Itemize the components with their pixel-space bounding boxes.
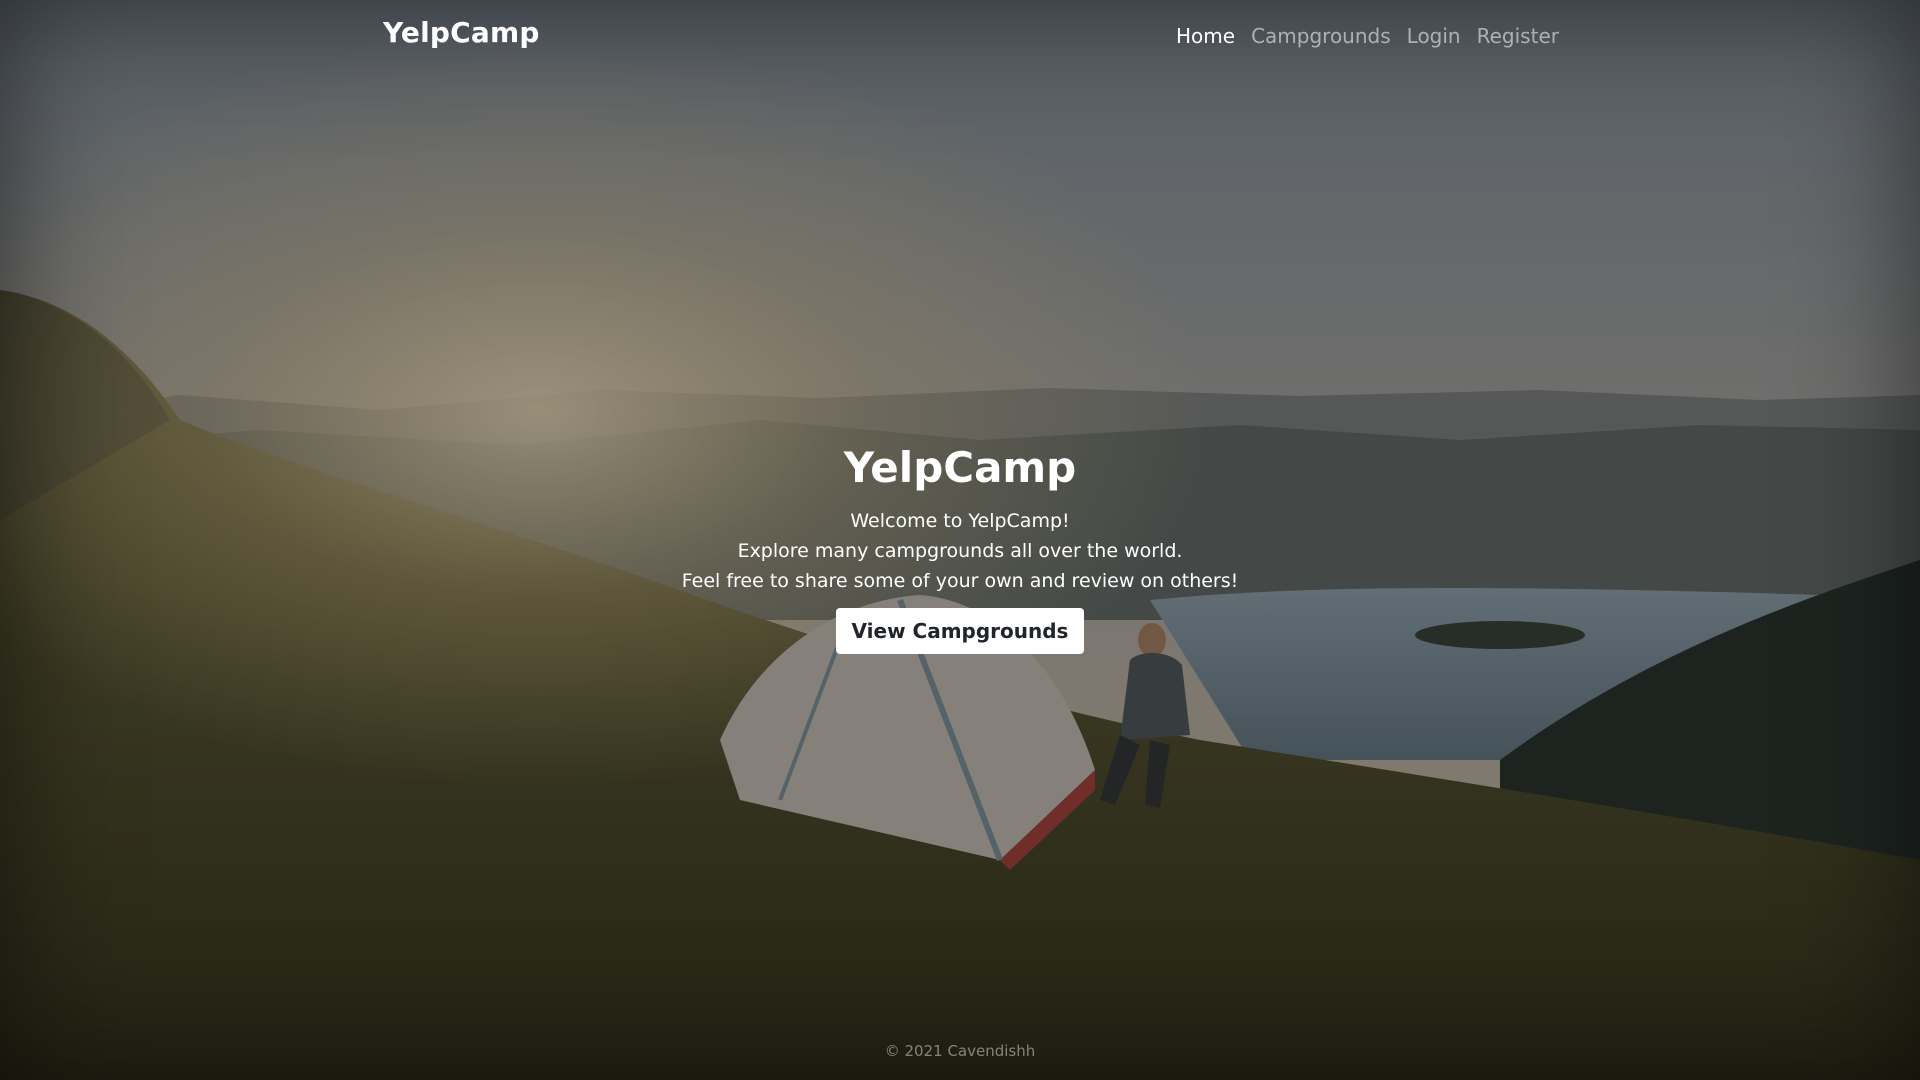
brand-logo[interactable]: YelpCamp [383,16,540,49]
hero-title: YelpCamp [843,443,1077,492]
hero-welcome-text: Welcome to YelpCamp! [850,510,1070,532]
navbar: YelpCamp Home Campgrounds Login Register [0,0,1920,72]
nav-link-home[interactable]: Home [1168,20,1243,52]
hero-content: YelpCamp Welcome to YelpCamp! Explore ma… [0,440,1920,654]
nav-link-campgrounds[interactable]: Campgrounds [1243,20,1399,52]
nav-link-register[interactable]: Register [1469,20,1567,52]
hero-section: YelpCamp Home Campgrounds Login Register… [0,0,1920,1080]
nav-links: Home Campgrounds Login Register [1168,20,1567,52]
hero-explore-text: Explore many campgrounds all over the wo… [737,540,1183,562]
hero-share-text: Feel free to share some of your own and … [681,570,1239,592]
nav-link-login[interactable]: Login [1399,20,1469,52]
footer-copyright: © 2021 Cavendishh [884,1042,1036,1060]
view-campgrounds-button[interactable]: View Campgrounds [835,608,1085,654]
